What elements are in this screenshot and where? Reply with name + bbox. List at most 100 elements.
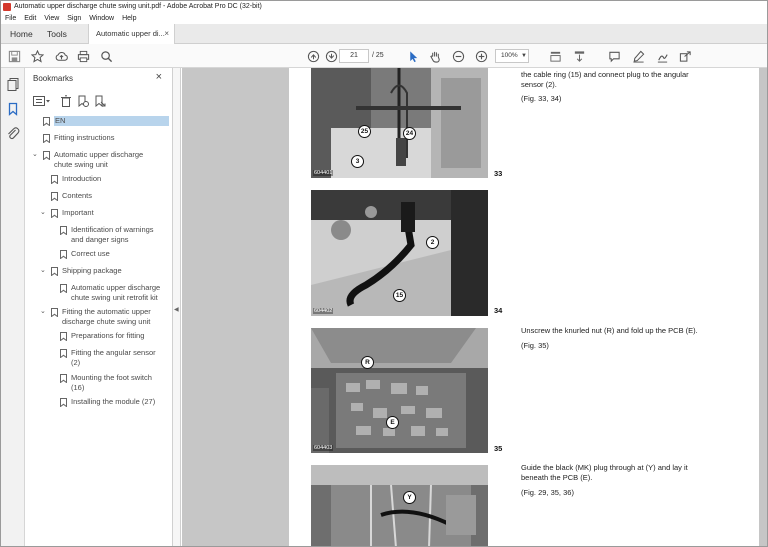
chevron-down-icon[interactable]: ⌄ (40, 208, 46, 218)
figure-34-photo: 604402 2 15 (311, 190, 488, 316)
chevron-down-icon[interactable]: ⌄ (40, 266, 46, 276)
bookmark-icon (43, 151, 50, 161)
bookmark-icon (51, 267, 58, 277)
bookmark-label: EN (55, 116, 66, 125)
sign-pen-icon[interactable] (654, 48, 670, 64)
bookmarks-panel-icon[interactable] (6, 102, 20, 116)
figure-code: 604403 (313, 445, 334, 451)
bookmark-item[interactable]: Automatic upper discharge chute swing un… (60, 283, 161, 303)
new-bookmark-icon[interactable] (77, 94, 89, 108)
bookmark-label: Preparations for fitting (71, 331, 145, 340)
toolbar: 21 / 25 100% ▼ (1, 44, 767, 68)
figure-33-photo: 604401 25 24 3 (311, 68, 488, 178)
bookmark-icon (43, 117, 50, 127)
figure-number: 34 (494, 306, 503, 315)
bookmark-icon (60, 284, 67, 294)
page-number-input[interactable]: 21 (339, 49, 369, 63)
bookmark-label: Identification of warnings and danger si… (71, 225, 154, 244)
bookmark-label: Mounting the foot switch (16) (71, 373, 152, 392)
bookmark-icon (43, 134, 50, 144)
callout-label: 15 (393, 289, 406, 302)
bookmark-item[interactable]: Identification of warnings and danger si… (60, 225, 154, 245)
menu-help[interactable]: Help (122, 13, 136, 24)
bookmarks-toolbar (33, 94, 163, 108)
zoom-dropdown-icon[interactable]: ▼ (521, 49, 527, 63)
callout-label: 24 (403, 127, 416, 140)
bookmark-label: Shipping package (62, 266, 122, 275)
share-icon[interactable] (677, 48, 693, 64)
menu-view[interactable]: View (44, 13, 59, 24)
document-viewport[interactable]: 604401 25 24 3 33 604402 2 15 34 604403 … (182, 68, 767, 546)
callout-label: Y (403, 491, 416, 504)
bookmark-icon (60, 250, 67, 260)
bookmark-item[interactable]: ⌄ Automatic upper discharge chute swing u… (32, 150, 143, 170)
bookmark-label: Automatic upper discharge chute swing un… (71, 283, 161, 302)
print-icon[interactable] (75, 48, 91, 64)
highlight-pen-icon[interactable] (630, 48, 646, 64)
bookmark-item[interactable]: Fitting instructions (43, 133, 114, 144)
zoom-in-icon[interactable] (473, 48, 489, 64)
panel-splitter[interactable]: ◀ (173, 68, 181, 546)
figure-reference: (Fig. 33, 34) (521, 94, 562, 103)
bookmark-options-icon[interactable] (33, 94, 51, 106)
collapse-panel-icon[interactable]: ◀ (174, 306, 179, 313)
figure-35-photo: 604403 R E (311, 328, 488, 453)
delete-bookmark-icon[interactable] (60, 94, 72, 107)
bookmark-item[interactable]: ⌄ Shipping package (40, 266, 122, 277)
attachments-paperclip-icon[interactable] (6, 126, 20, 140)
bookmark-icon (51, 209, 58, 219)
page-display-icon[interactable] (547, 48, 563, 64)
next-page-icon[interactable] (323, 48, 339, 64)
tab-tools[interactable]: Tools (47, 24, 67, 44)
window-title: Automatic upper discharge chute swing un… (14, 3, 262, 10)
bookmark-icon (60, 226, 67, 236)
bookmark-item[interactable]: Installing the module (27) (60, 397, 155, 408)
menu-window[interactable]: Window (89, 13, 114, 24)
bookmark-item[interactable]: Correct use (60, 249, 110, 260)
comment-icon[interactable] (606, 48, 622, 64)
upload-cloud-icon[interactable] (53, 48, 69, 64)
callout-label: R (361, 356, 374, 369)
pdf-page: 604401 25 24 3 33 604402 2 15 34 604403 … (289, 68, 759, 546)
menu-file[interactable]: File (5, 13, 16, 24)
tab-close-button[interactable]: × (164, 24, 169, 44)
bookmark-item[interactable]: ⌄ Important (40, 208, 94, 219)
bookmark-icon (60, 349, 67, 359)
bookmark-item[interactable]: Contents (51, 191, 92, 202)
menu-bar: File Edit View Sign Window Help (1, 13, 767, 24)
menu-edit[interactable]: Edit (24, 13, 36, 24)
figure-code: 604402 (313, 308, 334, 314)
fit-page-icon[interactable] (571, 48, 587, 64)
bookmark-icon (60, 374, 67, 384)
bookmark-item[interactable]: EN (43, 116, 169, 127)
bookmarks-panel: Bookmarks × EN Fitting instructions ⌄ Autom… (25, 68, 173, 546)
zoom-out-icon[interactable] (450, 48, 466, 64)
callout-label: E (386, 416, 399, 429)
bookmark-label: Correct use (71, 249, 110, 258)
callout-label: 3 (351, 155, 364, 168)
menu-sign[interactable]: Sign (67, 13, 81, 24)
tab-document[interactable]: Automatic upper di... × (88, 24, 175, 44)
find-magnifier-icon[interactable] (98, 48, 114, 64)
bookmark-star-icon[interactable] (29, 48, 45, 64)
bookmarks-close-button[interactable]: × (156, 71, 162, 83)
save-icon[interactable] (6, 48, 22, 64)
hand-tool-icon[interactable] (427, 48, 443, 64)
figure-code: 604401 (313, 170, 334, 176)
page-thumbnails-icon[interactable] (6, 77, 20, 91)
tab-document-label: Automatic upper di... (96, 29, 165, 38)
acrobat-window: Automatic upper discharge chute swing un… (0, 0, 768, 547)
previous-page-icon[interactable] (305, 48, 321, 64)
bookmark-item[interactable]: ⌄ Fitting the automatic upper discharge c… (40, 307, 151, 327)
chevron-down-icon[interactable]: ⌄ (40, 307, 46, 317)
bookmark-item[interactable]: Introduction (51, 174, 101, 185)
navigation-pane-strip (1, 68, 25, 546)
title-bar: Automatic upper discharge chute swing un… (1, 1, 767, 13)
bookmark-item[interactable]: Mounting the foot switch (16) (60, 373, 152, 393)
chevron-down-icon[interactable]: ⌄ (32, 150, 38, 160)
select-cursor-icon[interactable] (405, 48, 421, 64)
bookmark-item[interactable]: Fitting the angular sensor (2) (60, 348, 156, 368)
expand-bookmark-icon[interactable] (94, 94, 106, 108)
tab-home[interactable]: Home (10, 24, 33, 44)
bookmark-item[interactable]: Preparations for fitting (60, 331, 145, 342)
